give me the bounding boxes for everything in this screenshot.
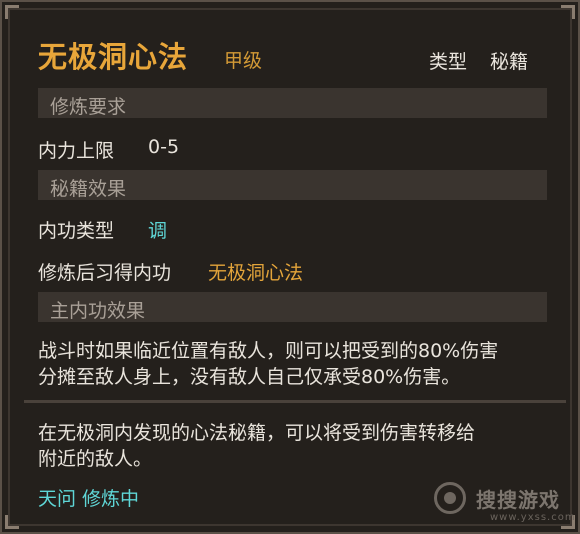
item-tooltip-panel: 无极洞心法 甲级 类型 秘籍 修炼要求 内力上限 0-5 秘籍效果 内功类型 调… xyxy=(0,0,580,534)
section-requirements: 修炼要求 xyxy=(38,88,547,118)
main-effect-line: 分摊至敌人身上，没有敌人自己仅承受80%伤害。 xyxy=(38,366,461,388)
skill-kind-label: 内功类型 xyxy=(38,220,115,242)
section-title: 主内功效果 xyxy=(50,300,146,322)
main-effect-text: 战斗时如果临近位置有敌人，则可以把受到的80%伤害 分摊至敌人身上，没有敌人自己… xyxy=(38,338,558,390)
cultivation-status: 天问 修炼中 xyxy=(38,488,140,510)
item-type-label: 类型 xyxy=(429,51,468,73)
learned-skill-label: 修炼后习得内功 xyxy=(38,262,172,284)
corner-ornament xyxy=(561,5,575,19)
learned-skill-value: 无极洞心法 xyxy=(208,262,304,284)
corner-ornament xyxy=(5,5,19,19)
watermark-logo: 搜搜游戏 www.yxss.com xyxy=(432,480,575,528)
divider xyxy=(24,400,566,403)
item-name: 无极洞心法 xyxy=(38,40,189,74)
corner-ornament xyxy=(5,515,19,529)
skill-kind-value: 调 xyxy=(148,220,168,242)
section-title: 秘籍效果 xyxy=(50,178,127,200)
learned-skill-row: 修炼后习得内功 无极洞心法 xyxy=(38,258,303,285)
watermark-icon xyxy=(434,482,466,514)
item-grade: 甲级 xyxy=(224,50,263,72)
section-title: 修炼要求 xyxy=(50,96,127,118)
watermark-url: www.yxss.com xyxy=(490,512,576,523)
watermark-text: 搜搜游戏 xyxy=(476,488,560,512)
requirement-label: 内力上限 xyxy=(38,140,115,162)
main-effect-line: 战斗时如果临近位置有敌人，则可以把受到的80%伤害 xyxy=(38,340,499,362)
requirement-row: 内力上限 0-5 xyxy=(38,136,179,163)
section-main-effect: 主内功效果 xyxy=(38,292,547,322)
description-line: 附近的敌人。 xyxy=(38,448,153,470)
requirement-value: 0-5 xyxy=(148,136,180,158)
item-type-value: 秘籍 xyxy=(490,51,529,73)
item-description: 在无极洞内发现的心法秘籍，可以将受到伤害转移给 附近的敌人。 xyxy=(38,420,558,472)
section-effects: 秘籍效果 xyxy=(38,170,547,200)
skill-kind-row: 内功类型 调 xyxy=(38,216,167,243)
description-line: 在无极洞内发现的心法秘籍，可以将受到伤害转移给 xyxy=(38,422,476,444)
